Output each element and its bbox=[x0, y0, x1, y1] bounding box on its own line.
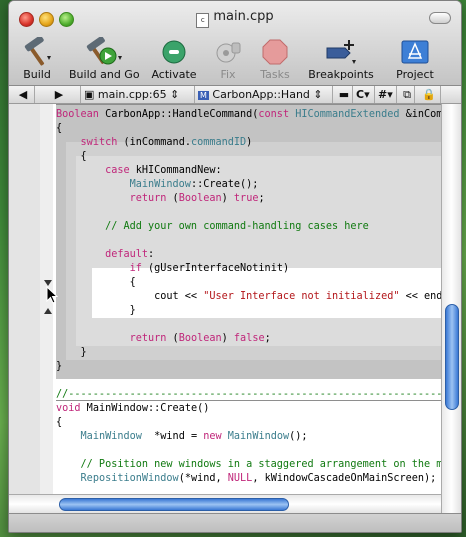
breakpoint-icon bbox=[301, 37, 381, 67]
vertical-scrollbar[interactable] bbox=[441, 104, 461, 513]
mouse-pointer-icon bbox=[46, 286, 58, 304]
bookmark-icon: ▬ bbox=[338, 88, 350, 101]
title-bar: c main.cpp Build Build and Go Activate F… bbox=[9, 1, 461, 86]
function-popup[interactable]: M CarbonApp::Hand ⇕ bbox=[195, 86, 333, 103]
activate-button[interactable]: Activate bbox=[147, 37, 201, 81]
code-line: //--------------------------------------… bbox=[56, 389, 441, 400]
popup-arrows-icon: ⇕ bbox=[313, 88, 323, 101]
popup-arrows-icon: ⇕ bbox=[170, 88, 180, 101]
tasks-button[interactable]: Tasks bbox=[253, 37, 297, 81]
code-line: if (gUserInterfaceNotinit) bbox=[129, 263, 290, 274]
stop-icon bbox=[253, 37, 297, 67]
hammer-go-icon bbox=[69, 37, 139, 67]
code-line: { bbox=[56, 151, 87, 162]
divider-line bbox=[56, 104, 441, 105]
code-line: return (Boolean) true; bbox=[129, 193, 265, 204]
editor-window: c main.cpp Build Build and Go Activate F… bbox=[8, 0, 462, 533]
hammer-icon bbox=[11, 37, 63, 67]
navigation-bar: ◀ ▶ ▣ main.cpp:65 ⇕ M CarbonApp::Hand ⇕ … bbox=[9, 86, 461, 104]
window-title: c main.cpp bbox=[9, 9, 461, 28]
vertical-scroll-thumb[interactable] bbox=[445, 304, 459, 410]
toolbar-toggle-button[interactable] bbox=[429, 12, 451, 24]
bookmarks-popup[interactable]: ▬ bbox=[333, 86, 353, 103]
back-arrow-icon[interactable]: ◀ bbox=[9, 86, 35, 103]
method-icon: M bbox=[198, 91, 209, 100]
code-line: { bbox=[56, 123, 63, 134]
code-area[interactable]: Boolean CarbonApp::HandleCommand(const H… bbox=[56, 104, 441, 512]
project-icon bbox=[389, 37, 441, 67]
code-line: MainWindow *wind = new MainWindow(); bbox=[80, 431, 308, 442]
code-line: switch (inCommand.commandID) bbox=[80, 137, 253, 148]
code-line: } bbox=[56, 361, 63, 372]
status-bar bbox=[9, 513, 461, 532]
code-line: default: bbox=[105, 249, 155, 260]
fix-button[interactable]: Fix bbox=[207, 37, 249, 81]
activate-icon bbox=[147, 37, 201, 67]
code-line: RepositionWindow(*wind, NULL, kWindowCas… bbox=[80, 473, 437, 484]
code-line: { bbox=[56, 277, 136, 288]
lock-icon[interactable]: 🔒 bbox=[415, 86, 441, 103]
code-line: // Position new windows in a staggered a… bbox=[56, 459, 441, 470]
code-line: return (Boolean) false; bbox=[129, 333, 271, 344]
code-line: void MainWindow::Create() bbox=[56, 403, 210, 414]
code-line: { bbox=[56, 417, 63, 428]
code-line: case kHICommandNew: bbox=[105, 165, 222, 176]
line-gutter bbox=[9, 104, 41, 512]
fold-up-icon[interactable] bbox=[44, 308, 52, 314]
code-line: MainWindow::Create(); bbox=[129, 179, 259, 190]
code-editor[interactable]: Boolean CarbonApp::HandleCommand(const H… bbox=[9, 104, 461, 512]
build-and-go-button[interactable]: Build and Go bbox=[69, 37, 140, 81]
code-line: Boolean CarbonApp::HandleCommand(const H… bbox=[56, 109, 441, 120]
fix-icon bbox=[207, 37, 249, 67]
document-icon: ▣ bbox=[84, 88, 95, 101]
breakpoints-button[interactable]: Breakpoints bbox=[301, 37, 381, 81]
class-popup[interactable]: C▾ bbox=[353, 86, 375, 103]
code-line: } bbox=[56, 305, 136, 316]
cpp-file-icon: c bbox=[196, 13, 210, 28]
code-line: // Add your own command-handling cases h… bbox=[56, 221, 369, 232]
horizontal-scrollbar[interactable] bbox=[9, 494, 441, 513]
chevron-down-icon: ▾ bbox=[364, 88, 370, 101]
project-button[interactable]: Project bbox=[389, 37, 441, 81]
forward-arrow-icon[interactable]: ▶ bbox=[35, 86, 81, 103]
code-line: } bbox=[56, 347, 87, 358]
build-button[interactable]: Build bbox=[11, 37, 63, 81]
code-line: cout << "User Interface not initialized"… bbox=[56, 291, 441, 302]
chevron-down-icon: ▾ bbox=[387, 88, 393, 101]
horizontal-scroll-thumb[interactable] bbox=[59, 498, 289, 511]
include-popup[interactable]: #▾ bbox=[375, 86, 397, 103]
counterpart-icon[interactable]: ⧉ bbox=[397, 86, 415, 103]
file-history-popup[interactable]: ▣ main.cpp:65 ⇕ bbox=[81, 86, 195, 103]
